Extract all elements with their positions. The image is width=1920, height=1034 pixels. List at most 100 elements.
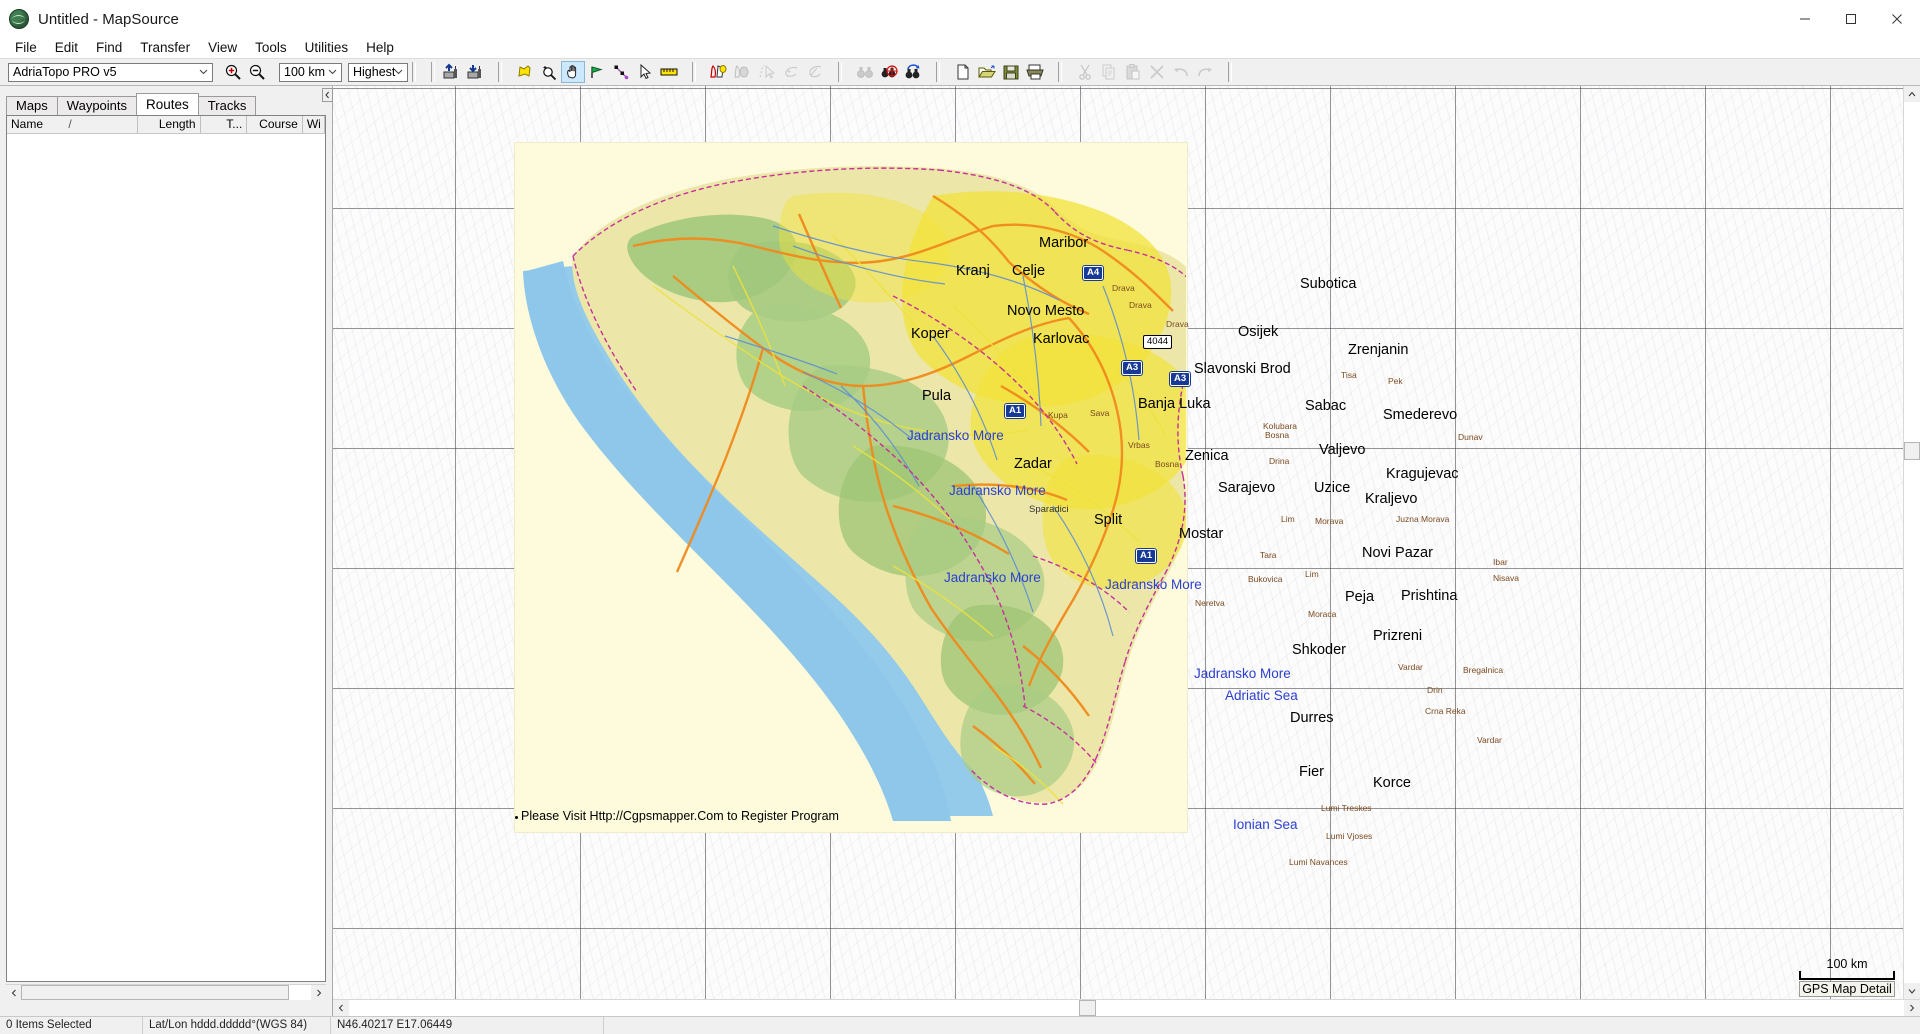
redo-button[interactable] [1193,61,1217,83]
sort-indicator: / [68,117,72,131]
waypoint-tool-button[interactable] [585,61,609,83]
measure-tool-button[interactable] [657,61,681,83]
undo-button[interactable] [1169,61,1193,83]
detail-level-combo[interactable]: Highest [348,62,408,82]
find-places-button[interactable] [853,61,877,83]
menu-help[interactable]: Help [357,38,403,58]
route-tool-button[interactable] [609,61,633,83]
river-label-lumi-vjoses: Lumi Vjoses [1326,831,1373,841]
menu-find[interactable]: Find [87,38,131,58]
menu-view[interactable]: View [199,38,246,58]
river-label-bosna-1: Bosna [1155,459,1180,469]
scroll-left-button[interactable] [6,985,21,1000]
city-label-maribor: Maribor [1039,235,1089,251]
minimize-button[interactable] [1782,0,1828,38]
column-header-width[interactable]: Wi [302,116,326,133]
vscroll-thumb[interactable] [1904,442,1920,460]
city-label-slavonski-brod: Slavonski Brod [1194,361,1291,377]
map-hscrollbar[interactable] [333,999,1920,1016]
title-bar: Untitled - MapSource [0,0,1920,38]
map-scroll-left-button[interactable] [333,1000,349,1016]
tab-maps[interactable]: Maps [6,96,58,115]
river-label-lumi-navances: Lumi Navances [1289,857,1348,867]
save-file-button[interactable] [999,61,1023,83]
map-scale-ruler [1799,971,1895,980]
routes-list-body[interactable] [7,134,325,981]
tab-tracks[interactable]: Tracks [197,96,257,115]
track-filter-button[interactable] [803,61,827,83]
map-scroll-right-button[interactable] [1904,1000,1920,1016]
open-file-button[interactable] [975,61,999,83]
city-label-pula: Pula [922,388,952,404]
scroll-up-button[interactable] [1904,86,1920,102]
map-vscrollbar[interactable] [1903,86,1920,999]
show-map-button[interactable] [707,61,731,83]
new-file-button[interactable] [951,61,975,83]
hscroll-thumb[interactable] [21,985,289,1000]
city-label-karlovac: Karlovac [1033,331,1090,347]
river-label-tara: Tara [1260,550,1277,560]
toolbar-separator [1058,62,1062,82]
print-button[interactable] [1023,61,1047,83]
scroll-right-button[interactable] [311,985,326,1000]
left-panel-hscrollbar[interactable] [6,984,326,1000]
maximize-button[interactable] [1828,0,1874,38]
map-hscroll-track[interactable] [349,1000,1904,1016]
column-header-length[interactable]: Length [138,116,201,133]
scroll-down-button[interactable] [1904,983,1920,999]
find-previous-button[interactable] [901,61,925,83]
zoom-out-button[interactable] [245,61,269,83]
column-header-name[interactable]: Name / [7,116,139,133]
zoom-scale-combo[interactable]: 100 km [279,62,342,82]
menu-tools[interactable]: Tools [246,38,296,58]
city-label-kragujevac: Kragujevac [1386,466,1459,482]
menu-utilities[interactable]: Utilities [296,38,358,58]
vscroll-track[interactable] [1904,102,1920,983]
map-tool-button[interactable] [513,61,537,83]
close-button[interactable] [1874,0,1920,38]
toolbar-separator [498,62,502,82]
column-header-course[interactable]: Course [247,116,303,133]
toolbar-separator [1228,62,1232,82]
river-label-nisava: Nisava [1493,573,1519,583]
zoom-tool-button[interactable] [537,61,561,83]
find-next-button[interactable] [877,61,901,83]
tab-waypoints[interactable]: Waypoints [56,96,138,115]
map-scale-value: 100 km [1826,957,1868,971]
selection-tool-button[interactable] [633,61,657,83]
hscroll-track[interactable] [21,985,311,1000]
collapse-panel-button[interactable] [322,88,333,102]
map-view[interactable]: A4 4044 A3 A3 A1 A1 Maribor Kranj Celje … [333,86,1903,999]
river-label-juzna-morava: Juzna Morava [1396,514,1450,524]
river-label-bosna-2: Bosna [1265,430,1290,440]
map-product-combo[interactable]: AdriaTopo PRO v5 [8,62,213,82]
delete-button[interactable] [1145,61,1169,83]
send-to-device-button[interactable] [439,61,463,83]
window-controls [1782,0,1920,38]
city-label-valjevo: Valjevo [1319,442,1366,458]
cut-button[interactable] [1073,61,1097,83]
copy-button[interactable] [1097,61,1121,83]
paste-button[interactable] [1121,61,1145,83]
hide-map-button[interactable] [731,61,755,83]
zoom-in-button[interactable] [221,61,245,83]
menu-file[interactable]: File [6,38,46,58]
chevron-down-icon [324,64,341,81]
tab-routes[interactable]: Routes [136,93,199,115]
track-tool-button[interactable] [779,61,803,83]
column-header-time[interactable]: T... [200,116,248,133]
menu-transfer[interactable]: Transfer [131,38,199,58]
select-tracks-button[interactable] [755,61,779,83]
city-label-fier: Fier [1299,764,1324,780]
city-label-celje: Celje [1012,263,1046,279]
river-label-sava: Sava [1090,408,1110,418]
receive-from-device-button[interactable] [463,61,487,83]
river-label-drin: Drin [1427,685,1443,695]
menu-edit[interactable]: Edit [46,38,87,58]
city-label-mostar: Mostar [1179,526,1224,542]
map-hscroll-thumb[interactable] [1079,1000,1096,1016]
city-label-sabac: Sabac [1305,398,1347,414]
pan-tool-button[interactable] [561,61,585,83]
river-label-bukovica: Bukovica [1248,574,1283,584]
river-label-ibar: Ibar [1493,557,1508,567]
